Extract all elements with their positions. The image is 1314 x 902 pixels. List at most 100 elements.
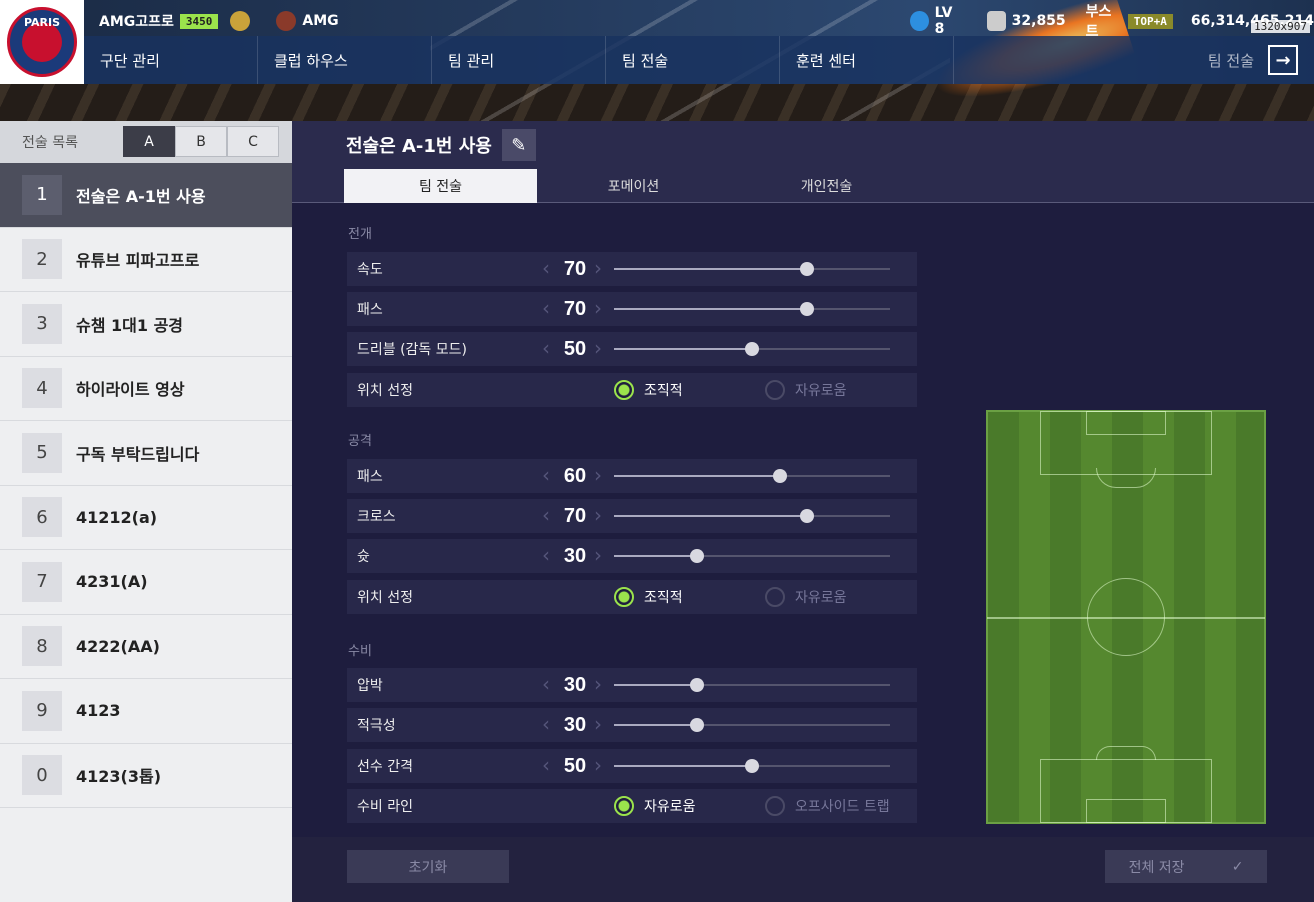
slider-knob[interactable] [745, 759, 759, 773]
save-all-button[interactable]: 전체 저장 ✓ [1105, 850, 1267, 883]
slider-value: 30 [563, 673, 587, 696]
logo-text: PARIS [23, 16, 61, 29]
slider-row: 적극성 ‹ 30 › [347, 708, 917, 742]
tactic-set-tab-b[interactable]: B [175, 126, 227, 157]
increase-arrow-icon[interactable]: › [594, 503, 602, 527]
decrease-arrow-icon[interactable]: ‹ [542, 463, 550, 487]
radio-row: 수비 라인 자유로움 오프사이드 트랩 [347, 789, 917, 823]
decrease-arrow-icon[interactable]: ‹ [542, 712, 550, 736]
slider-track[interactable] [614, 718, 890, 732]
edit-icon[interactable]: ✎ [501, 129, 536, 161]
tactic-item-7[interactable]: 7 4231(A) [0, 550, 292, 615]
slider-knob[interactable] [772, 469, 787, 483]
tactic-item-1[interactable]: 1 전술은 A-1번 사용 [0, 163, 292, 228]
reset-button[interactable]: 초기화 [347, 850, 509, 883]
nav-club-management[interactable]: 구단 관리 [84, 36, 258, 84]
radio-option[interactable]: 자유로움 [765, 587, 847, 607]
slider-knob[interactable] [689, 718, 704, 732]
slider-row: 패스 ‹ 70 › [347, 292, 917, 326]
decrease-arrow-icon[interactable]: ‹ [542, 336, 550, 360]
slider-row: 압박 ‹ 30 › [347, 668, 917, 702]
increase-arrow-icon[interactable]: › [594, 336, 602, 360]
tactic-item-5[interactable]: 5 구독 부탁드립니다 [0, 421, 292, 486]
radio-option[interactable]: 조직적 [614, 587, 683, 607]
radio-option-label: 조직적 [644, 590, 683, 606]
exit-icon[interactable]: → [1268, 45, 1298, 75]
radio-option[interactable]: 자유로움 [765, 380, 847, 400]
slider-track[interactable] [614, 302, 890, 316]
decrease-arrow-icon[interactable]: ‹ [542, 503, 550, 527]
tab-individual-tactics[interactable]: 개인전술 [730, 169, 923, 203]
slider-knob[interactable] [689, 549, 704, 563]
tactic-item-9[interactable]: 9 4123 [0, 679, 292, 744]
tactic-item-6[interactable]: 6 41212(a) [0, 486, 292, 550]
tactic-number: 9 [22, 690, 62, 731]
tactic-number: 0 [22, 755, 62, 796]
slider-knob[interactable] [689, 678, 704, 692]
decrease-arrow-icon[interactable]: ‹ [542, 256, 550, 280]
tactic-label: 전술은 A-1번 사용 [76, 186, 206, 206]
points-text: 32,855 [1011, 13, 1066, 29]
slider-track[interactable] [614, 509, 890, 523]
tab-team-tactics[interactable]: 팀 전술 [344, 169, 537, 203]
slider-label: 적극성 [357, 718, 396, 734]
tactic-item-0[interactable]: 0 4123(3톱) [0, 744, 292, 808]
tactic-set-tab-c[interactable]: C [227, 126, 279, 157]
slider-track[interactable] [614, 342, 890, 356]
tactics-panel: 전술은 A-1번 사용 ✎ 팀 전술 포메이션 개인전술 전개 속도 ‹ 70 … [292, 121, 1314, 902]
radio-option[interactable]: 자유로움 [614, 796, 696, 816]
slider-knob[interactable] [800, 262, 815, 276]
slider-track[interactable] [614, 262, 890, 276]
boost-rank-badge: TOP+A [1127, 13, 1173, 29]
radio-option[interactable]: 조직적 [614, 380, 683, 400]
increase-arrow-icon[interactable]: › [594, 296, 602, 320]
slider-track[interactable] [614, 759, 890, 773]
tactic-item-2[interactable]: 2 유튜브 피파고프로 [0, 228, 292, 292]
tactics-sidebar: 전술 목록 A B C 1 전술은 A-1번 사용 2 유튜브 피파고프로 3 슈챔 … [0, 121, 292, 902]
tactic-item-3[interactable]: 3 슈챔 1대1 공경 [0, 292, 292, 357]
radio-row: 위치 선정 조직적 자유로움 [347, 373, 917, 407]
radio-row: 위치 선정 조직적 자유로움 [347, 580, 917, 614]
decrease-arrow-icon[interactable]: ‹ [542, 543, 550, 567]
save-all-label: 전체 저장 [1128, 859, 1185, 876]
decrease-arrow-icon[interactable]: ‹ [542, 672, 550, 696]
nav-team-management[interactable]: 팀 관리 [432, 36, 606, 84]
increase-arrow-icon[interactable]: › [594, 543, 602, 567]
slider-knob[interactable] [800, 509, 815, 523]
slider-track[interactable] [614, 678, 890, 692]
tactic-set-tab-a[interactable]: A [123, 126, 175, 157]
tab-formation[interactable]: 포메이션 [537, 169, 730, 203]
bottom-goal-box [1086, 799, 1166, 823]
increase-arrow-icon[interactable]: › [594, 712, 602, 736]
tactic-label: 4123 [76, 701, 121, 721]
nav-team-tactics[interactable]: 팀 전술 [606, 36, 780, 84]
slider-value: 30 [563, 544, 587, 567]
increase-arrow-icon[interactable]: › [594, 753, 602, 777]
tactic-item-4[interactable]: 4 하이라이트 영상 [0, 357, 292, 421]
tactic-item-8[interactable]: 8 4222(AA) [0, 615, 292, 679]
slider-knob[interactable] [745, 342, 759, 356]
section-build-up: 전개 [348, 227, 372, 242]
slider-label: 슛 [357, 549, 370, 565]
slider-label: 패스 [357, 302, 383, 318]
increase-arrow-icon[interactable]: › [594, 672, 602, 696]
radio-option[interactable]: 오프사이드 트랩 [765, 796, 890, 816]
section-defense: 수비 [348, 644, 372, 659]
club-emblem-icon [276, 11, 297, 31]
points-icon [986, 11, 1006, 31]
decrease-arrow-icon[interactable]: ‹ [542, 753, 550, 777]
increase-arrow-icon[interactable]: › [594, 463, 602, 487]
slider-track[interactable] [614, 469, 890, 483]
slider-track[interactable] [614, 549, 890, 563]
slider-value: 70 [563, 297, 587, 320]
increase-arrow-icon[interactable]: › [594, 256, 602, 280]
bottom-arc [1096, 746, 1156, 760]
tactic-number: 1 [22, 174, 62, 215]
page-title: 팀 전술 [1207, 51, 1254, 70]
nav-training-center[interactable]: 훈련 센터 [780, 36, 954, 84]
nav-club-house[interactable]: 클럽 하우스 [258, 36, 432, 84]
tactic-number: 3 [22, 303, 62, 344]
club-name: AMG [302, 13, 339, 29]
slider-knob[interactable] [800, 302, 815, 316]
decrease-arrow-icon[interactable]: ‹ [542, 296, 550, 320]
